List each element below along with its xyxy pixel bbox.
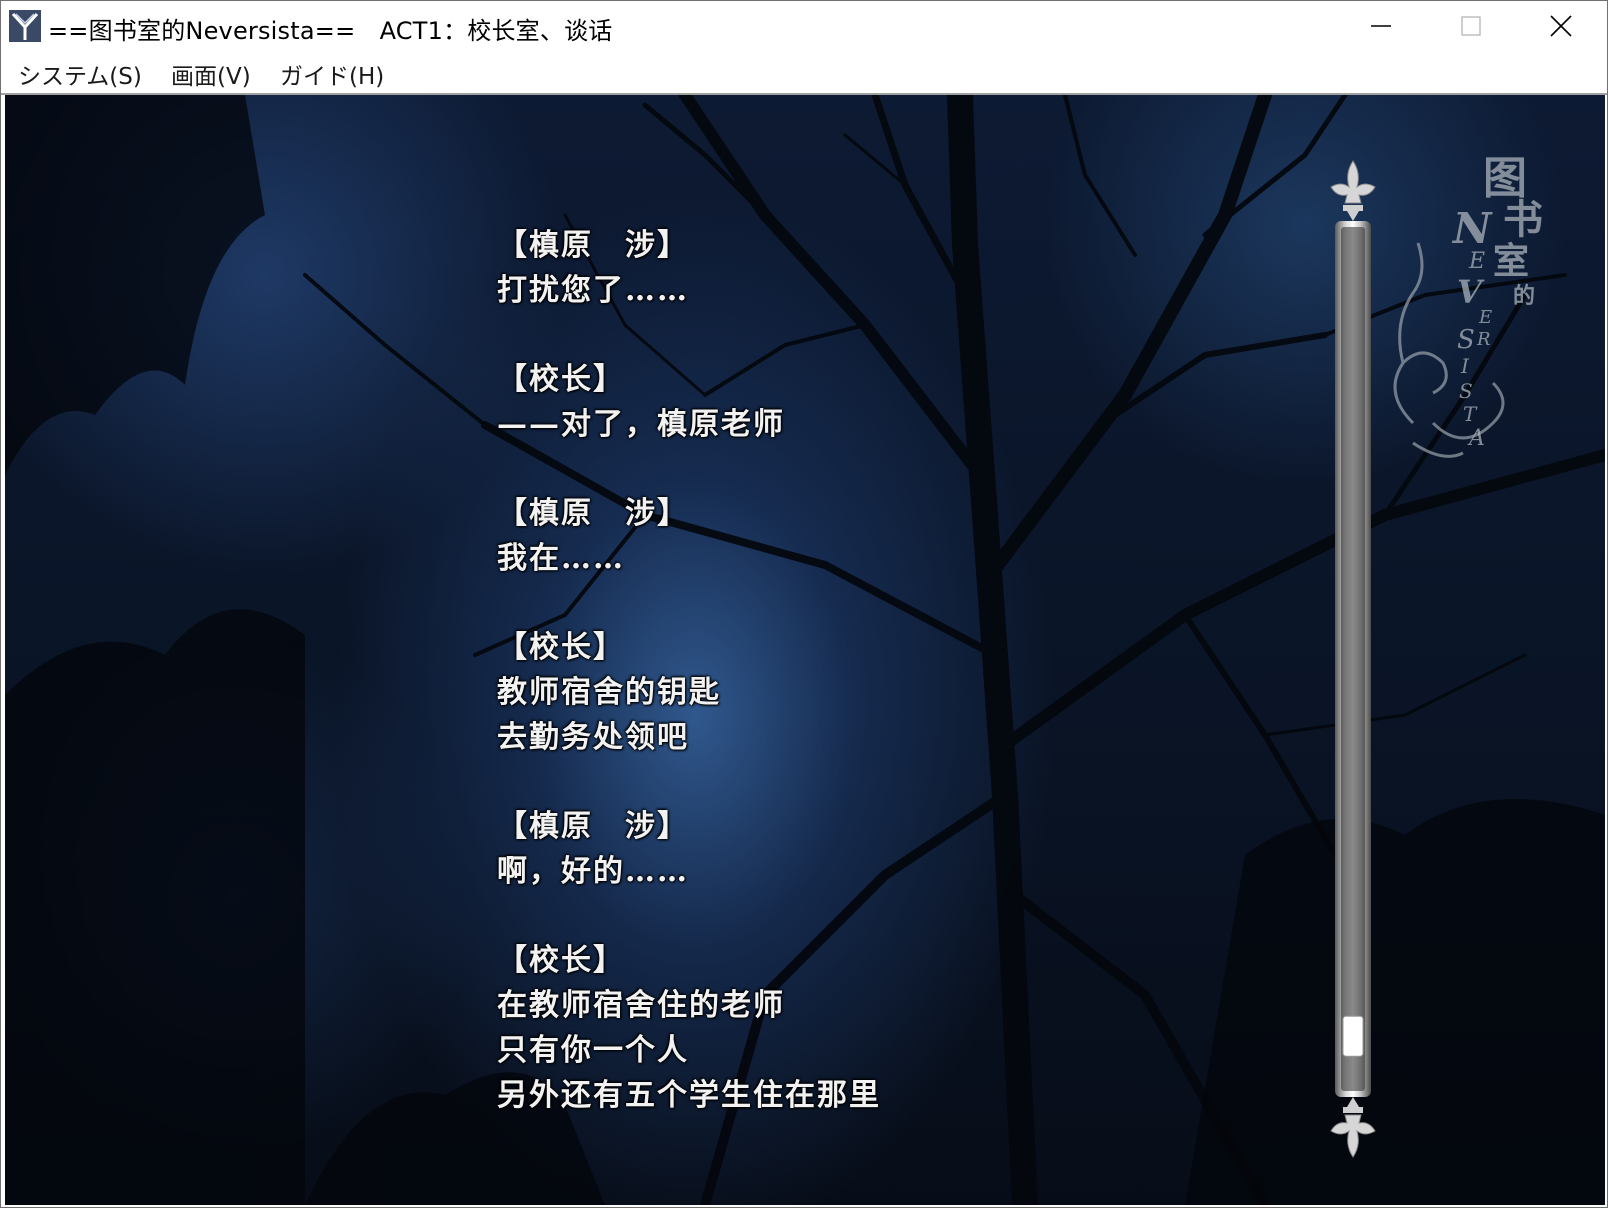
dialogue-line: 去勤务处领吧 [497, 720, 689, 755]
svg-text:A: A [1467, 426, 1485, 451]
title-bar[interactable]: ==图书室的Neversista== ACT1：校长室、谈话 [1, 1, 1607, 51]
svg-text:书: 书 [1503, 196, 1543, 243]
backlog-scrollbar[interactable] [1323, 159, 1383, 1159]
scroll-thumb[interactable] [1342, 1015, 1364, 1057]
backlog-text: 【槙原 涉】 打扰您了…… 【校长】 ——对了，槙原老师 【槙原 涉】 我在……… [497, 223, 1197, 1162]
svg-text:E: E [1468, 249, 1485, 274]
fleur-de-lis-bottom-icon[interactable] [1330, 1097, 1376, 1158]
dialogue-entry: 【槙原 涉】 啊，好的…… [497, 804, 1197, 894]
menu-view[interactable]: 画面(V) [171, 57, 251, 91]
dialogue-entry: 【槙原 涉】 打扰您了…… [497, 223, 1197, 313]
dialogue-line: 另外还有五个学生住在那里 [497, 1078, 881, 1113]
dialogue-line: 打扰您了…… [497, 273, 689, 308]
maximize-button[interactable] [1426, 1, 1516, 51]
svg-text:I: I [1460, 354, 1470, 378]
svg-text:T: T [1463, 402, 1478, 426]
game-logo: 图 书 室 的 N E V E S R I S T A [1373, 123, 1573, 483]
dialogue-line: 只有你一个人 [497, 1033, 689, 1068]
svg-text:R: R [1476, 329, 1491, 350]
dialogue-entry: 【校长】 在教师宿舍住的老师 只有你一个人 另外还有五个学生住在那里 [497, 938, 1197, 1118]
speaker-name: 【槙原 涉】 [497, 496, 689, 531]
speaker-name: 【槙原 涉】 [497, 228, 689, 263]
svg-text:的: 的 [1513, 283, 1535, 309]
menu-guide[interactable]: ガイド(H) [280, 57, 384, 91]
close-button[interactable] [1516, 1, 1606, 51]
fleur-de-lis-top-icon[interactable] [1330, 160, 1376, 221]
dialogue-line: 教师宿舍的钥匙 [497, 675, 721, 710]
speaker-name: 【校长】 [497, 362, 625, 397]
dialogue-entry: 【校长】 ——对了，槙原老师 [497, 357, 1197, 447]
app-icon[interactable] [9, 10, 41, 42]
dialogue-line: 啊，好的…… [497, 854, 689, 889]
minimize-icon [1371, 25, 1391, 27]
svg-text:S: S [1459, 379, 1473, 403]
speaker-name: 【槙原 涉】 [497, 809, 689, 844]
window-title: ==图书室的Neversista== ACT1：校长室、谈话 [48, 17, 613, 45]
svg-text:V: V [1457, 273, 1485, 311]
dialogue-line: ——对了，槙原老师 [497, 407, 785, 442]
close-icon [1550, 15, 1572, 37]
speaker-name: 【校长】 [497, 630, 625, 665]
svg-text:E: E [1478, 307, 1492, 328]
game-screen[interactable]: 图 书 室 的 N E V E S R I S T A 【槙原 涉】 打扰您了…… [5, 95, 1605, 1205]
dialogue-line: 我在…… [497, 541, 625, 576]
maximize-icon [1461, 16, 1481, 36]
menu-system[interactable]: システム(S) [18, 57, 142, 91]
minimize-button[interactable] [1336, 1, 1426, 51]
svg-text:N: N [1451, 204, 1493, 253]
speaker-name: 【校长】 [497, 943, 625, 978]
dialogue-entry: 【槙原 涉】 我在…… [497, 491, 1197, 581]
dialogue-line: 在教师宿舍住的老师 [497, 988, 785, 1023]
app-window: ==图书室的Neversista== ACT1：校长室、谈话 システム(S) 画… [0, 0, 1608, 1208]
menu-bar: システム(S) 画面(V) ガイド(H) [1, 51, 1607, 93]
dialogue-entry: 【校长】 教师宿舍的钥匙 去勤务处领吧 [497, 625, 1197, 760]
svg-text:S: S [1457, 325, 1475, 355]
svg-text:室: 室 [1493, 240, 1529, 282]
